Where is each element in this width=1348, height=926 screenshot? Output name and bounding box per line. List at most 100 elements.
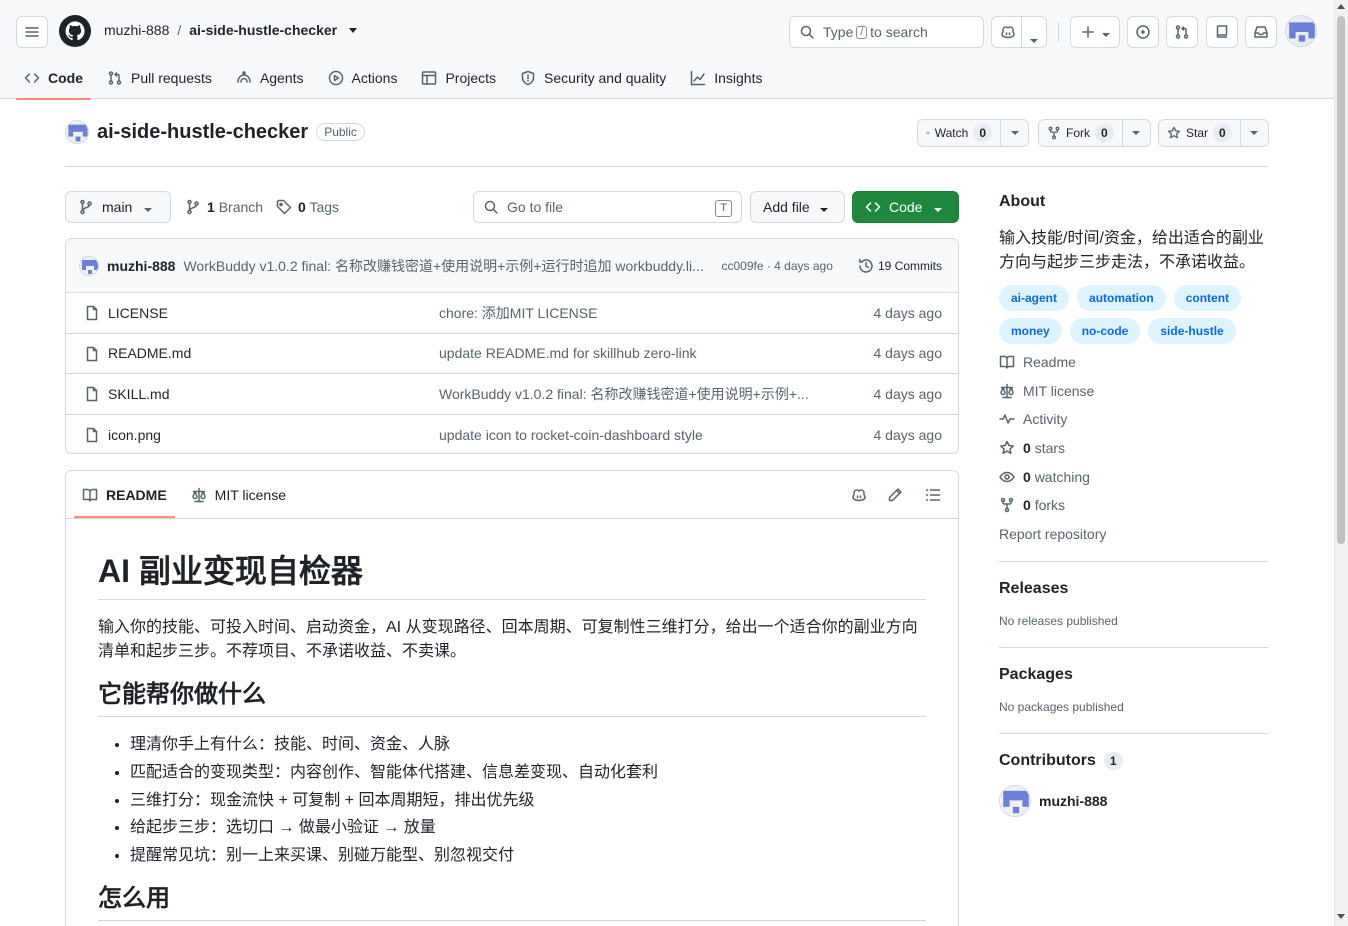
list-item: 匹配适合的变现类型：内容创作、智能体代搭建、信息差变现、自动化套利: [130, 761, 926, 785]
chevron-down-icon: [819, 199, 828, 215]
tab-pull-requests[interactable]: Pull requests: [99, 56, 220, 99]
packages-title[interactable]: Packages: [999, 666, 1073, 684]
topic-tag[interactable]: content: [1173, 285, 1242, 311]
topic-tag[interactable]: automation: [1077, 285, 1166, 311]
readme-link-label: Readme: [1023, 354, 1076, 370]
tags-link[interactable]: 0 Tags: [276, 199, 339, 215]
commit-author[interactable]: muzhi-888: [107, 258, 175, 274]
branches-link[interactable]: 1 Branch: [185, 199, 263, 215]
identicon-icon: [66, 121, 88, 143]
tab-security[interactable]: Security and quality: [512, 56, 674, 99]
copilot-icon[interactable]: [851, 487, 867, 503]
watch-button[interactable]: Watch 0: [918, 120, 1001, 146]
tab-agents[interactable]: Agents: [228, 56, 312, 99]
repositories-button[interactable]: [1206, 16, 1238, 48]
github-logo[interactable]: [59, 15, 91, 47]
file-row[interactable]: SKILL.md WorkBuddy v1.0.2 final: 名称改赚钱密道…: [66, 374, 958, 415]
forks-count: 0: [1023, 497, 1031, 513]
scroll-up-icon[interactable]: [1337, 4, 1345, 9]
fork-label: Fork: [1066, 126, 1090, 140]
branch-selector[interactable]: main: [65, 191, 171, 223]
tab-insights[interactable]: Insights: [682, 56, 770, 99]
file-icon: [86, 386, 98, 402]
tab-code[interactable]: Code: [16, 56, 91, 100]
readme-link[interactable]: Readme: [999, 354, 1076, 370]
file-row[interactable]: README.md update README.md for skillhub …: [66, 334, 958, 374]
license-link[interactable]: MIT license: [999, 383, 1094, 399]
topic-tag[interactable]: money: [999, 318, 1062, 344]
file-commit-message[interactable]: chore: 添加MIT LICENSE: [439, 303, 597, 323]
user-avatar[interactable]: [1285, 15, 1317, 47]
copilot-button[interactable]: [991, 16, 1047, 48]
watch-dropdown[interactable]: [1001, 120, 1028, 146]
tab-readme[interactable]: README: [74, 471, 175, 518]
go-to-file-input[interactable]: Go to file T: [473, 191, 742, 223]
add-file-button[interactable]: Add file: [750, 191, 845, 223]
activity-link[interactable]: Activity: [999, 411, 1067, 427]
list-item: 理清你手上有什么：技能、时间、资金、人脉: [130, 733, 926, 757]
file-commit-message[interactable]: update README.md for skillhub zero-link: [439, 345, 697, 361]
code-button[interactable]: Code: [852, 191, 959, 223]
repo-owner-avatar[interactable]: [65, 120, 89, 144]
create-dropdown-icon: [1102, 24, 1110, 40]
star-dropdown[interactable]: [1241, 120, 1268, 146]
menu-button[interactable]: [16, 16, 48, 48]
star-button[interactable]: Star 0: [1159, 120, 1241, 146]
branch-icon: [187, 199, 199, 215]
create-new-button[interactable]: [1070, 16, 1120, 48]
contributors-header: Contributors 1: [999, 752, 1123, 770]
issues-button[interactable]: [1127, 16, 1159, 48]
file-name[interactable]: README.md: [108, 345, 191, 361]
identicon-icon: [1286, 16, 1316, 46]
file-row[interactable]: LICENSE chore: 添加MIT LICENSE 4 days ago: [66, 293, 958, 334]
file-name[interactable]: LICENSE: [108, 305, 168, 321]
readme-tabs: README MIT license: [66, 471, 958, 519]
contributor-item[interactable]: muzhi-888: [999, 785, 1107, 817]
tab-actions[interactable]: Actions: [320, 56, 406, 99]
about-title: About: [999, 193, 1046, 210]
forks-label: forks: [1034, 497, 1066, 513]
pencil-icon[interactable]: [887, 487, 903, 503]
graph-icon: [690, 70, 706, 85]
hamburger-icon: [25, 27, 39, 37]
stars-link[interactable]: 0 stars: [999, 440, 1065, 456]
owner-link[interactable]: muzhi-888: [104, 22, 169, 38]
report-label: Report repository: [999, 526, 1107, 542]
watching-link[interactable]: 0 watching: [999, 469, 1090, 485]
commits-link[interactable]: 19 Commits: [858, 258, 942, 274]
scrollbar-thumb[interactable]: [1337, 16, 1345, 544]
file-commit-message[interactable]: WorkBuddy v1.0.2 final: 名称改赚钱密道+使用说明+示例+…: [439, 384, 809, 404]
search-shortcut-key: /: [856, 25, 868, 39]
commit-author-avatar[interactable]: [79, 255, 99, 276]
fork-dropdown[interactable]: [1123, 120, 1150, 146]
repo-link[interactable]: ai-side-hustle-checker: [189, 22, 337, 38]
tab-projects[interactable]: Projects: [413, 56, 504, 99]
scroll-down-icon[interactable]: [1337, 914, 1345, 919]
file-name[interactable]: icon.png: [108, 427, 161, 443]
file-commit-message[interactable]: update icon to rocket-coin-dashboard sty…: [439, 427, 703, 443]
topic-tag[interactable]: no-code: [1069, 318, 1141, 344]
forks-link[interactable]: 0 forks: [999, 497, 1065, 513]
inbox-button[interactable]: [1245, 16, 1277, 48]
title-divider: [65, 166, 1268, 167]
file-row[interactable]: icon.png update icon to rocket-coin-dash…: [66, 415, 958, 454]
readme-title: AI 副业变现自检器: [98, 551, 926, 600]
contributors-title[interactable]: Contributors: [999, 752, 1096, 770]
topic-tag[interactable]: side-hustle: [1148, 318, 1236, 344]
about-description: 输入技能/时间/资金，给出适合的副业方向与起步三步走法，不承诺收益。: [999, 230, 1264, 271]
releases-title[interactable]: Releases: [999, 580, 1068, 598]
tab-license[interactable]: MIT license: [183, 471, 294, 518]
repo-name[interactable]: ai-side-hustle-checker: [97, 121, 308, 144]
outline-list-icon[interactable]: [925, 487, 941, 503]
fork-button[interactable]: Fork 0: [1039, 120, 1123, 146]
copilot-dropdown-icon[interactable]: [1030, 30, 1038, 46]
report-repository-link[interactable]: Report repository: [999, 526, 1106, 542]
topic-tag[interactable]: ai-agent: [999, 285, 1070, 311]
commit-message[interactable]: WorkBuddy v1.0.2 final: 名称改赚钱密道+使用说明+示例+…: [183, 256, 713, 276]
file-name[interactable]: SKILL.md: [108, 386, 169, 402]
pull-requests-button[interactable]: [1166, 16, 1198, 48]
search-input[interactable]: Type / to search: [789, 16, 984, 48]
contributor-avatar[interactable]: [999, 785, 1031, 817]
commit-hash-date[interactable]: cc009fe · 4 days ago: [721, 259, 832, 273]
repo-switcher-chevron-icon[interactable]: [349, 27, 358, 33]
